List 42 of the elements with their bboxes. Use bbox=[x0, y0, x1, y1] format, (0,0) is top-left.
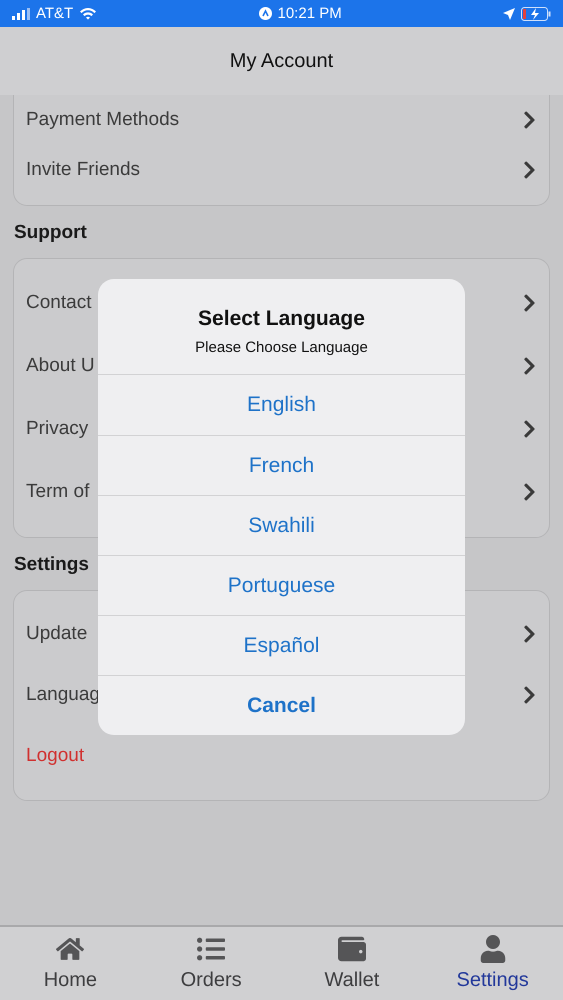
lock-rotation-icon bbox=[258, 7, 272, 20]
wallet-icon bbox=[338, 935, 366, 963]
chevron-right-icon[interactable] bbox=[522, 292, 537, 312]
section-title: Support bbox=[14, 222, 87, 244]
menu-item[interactable]: Privacy bbox=[26, 418, 88, 440]
chevron-right-icon[interactable] bbox=[522, 110, 537, 130]
menu-item[interactable]: Payment Methods bbox=[26, 109, 180, 131]
dialog-title: Select Language bbox=[198, 307, 365, 331]
signal-icon bbox=[12, 8, 30, 20]
chevron-right-icon[interactable] bbox=[522, 684, 537, 704]
tab-item[interactable]: Home bbox=[0, 927, 141, 1000]
list-icon bbox=[197, 935, 226, 963]
language-option[interactable]: Swahili bbox=[98, 495, 465, 555]
battery-icon bbox=[521, 6, 551, 20]
menu-item[interactable]: Invite Friends bbox=[26, 159, 140, 181]
language-option[interactable]: Español bbox=[98, 615, 465, 675]
tab-item[interactable]: Settings bbox=[422, 927, 563, 1000]
tab-item[interactable]: Wallet bbox=[282, 927, 422, 1000]
screen-title: My Account bbox=[230, 50, 334, 72]
section-title: Settings bbox=[14, 554, 89, 576]
tab-item[interactable]: Orders bbox=[140, 927, 282, 1000]
language-option[interactable]: Portuguese bbox=[98, 555, 465, 615]
location-arrow-icon bbox=[503, 8, 515, 20]
chevron-right-icon[interactable] bbox=[522, 418, 537, 438]
wifi-icon bbox=[79, 7, 98, 20]
clock: 10:21 PM bbox=[278, 5, 342, 22]
menu-item[interactable]: About U bbox=[26, 354, 95, 376]
chevron-right-icon[interactable] bbox=[522, 482, 537, 502]
language-option[interactable]: English bbox=[98, 375, 465, 435]
chevron-right-icon[interactable] bbox=[522, 160, 537, 180]
menu-item[interactable]: Languag bbox=[26, 684, 100, 706]
language-option[interactable]: French bbox=[98, 435, 465, 495]
chevron-right-icon[interactable] bbox=[522, 624, 537, 644]
menu-item[interactable]: Term of bbox=[26, 480, 90, 502]
dialog-message: Please Choose Language bbox=[195, 339, 368, 356]
home-icon bbox=[56, 935, 84, 963]
carrier: AT&T bbox=[36, 5, 74, 22]
menu-item[interactable]: Update bbox=[26, 622, 88, 644]
chevron-right-icon[interactable] bbox=[522, 356, 537, 376]
menu-item[interactable]: Contact bbox=[26, 292, 92, 314]
user-icon bbox=[478, 935, 507, 963]
cancel-button[interactable]: Cancel bbox=[98, 675, 465, 735]
